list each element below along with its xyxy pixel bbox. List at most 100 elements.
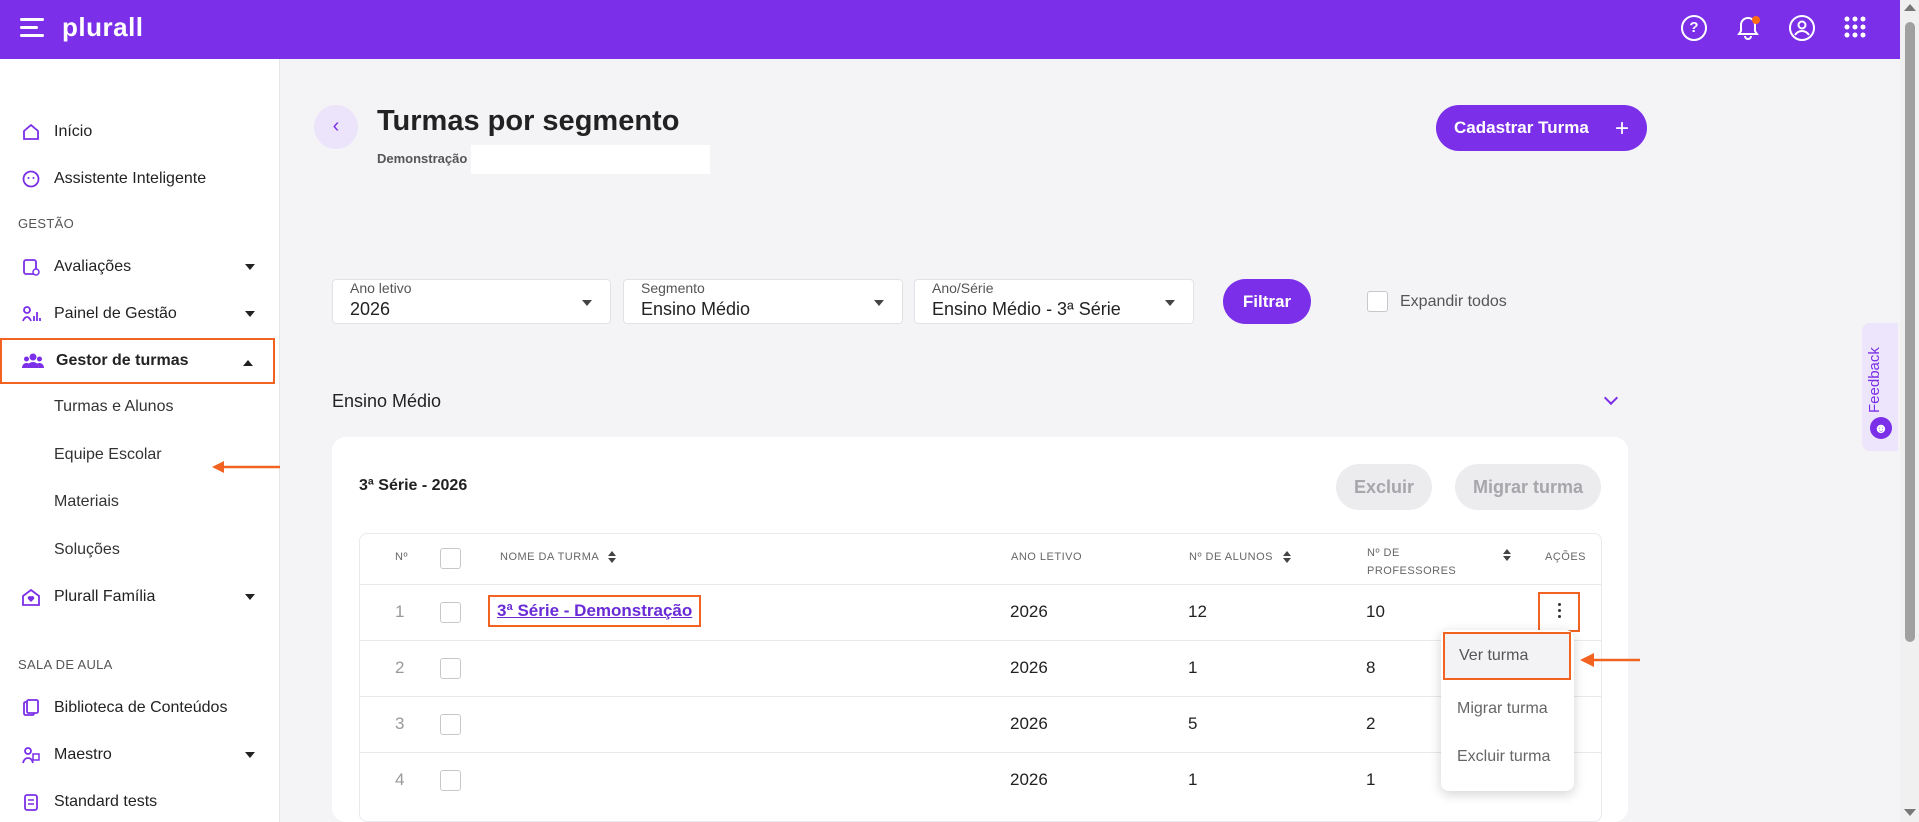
sort-icon[interactable] (1503, 549, 1511, 561)
cadastrar-turma-button[interactable]: Cadastrar Turma + (1436, 105, 1647, 151)
sidebar-item-label: Standard tests (54, 793, 158, 810)
row-number: 1 (395, 602, 405, 621)
home-icon (20, 121, 42, 143)
sidebar-item-label: Biblioteca de Conteúdos (54, 699, 228, 716)
col-num: Nº (395, 551, 408, 563)
table-row: 3 2026 5 2 (360, 696, 1601, 753)
scroll-down-arrow-icon[interactable] (1904, 809, 1916, 816)
class-card: 3ª Série - 2026 Excluir Migrar turma Nº … (332, 437, 1628, 822)
sidebar-item-label: Início (54, 123, 93, 140)
col-acoes: AÇÕES (1545, 551, 1587, 563)
scroll-thumb[interactable] (1905, 22, 1915, 642)
filtrar-button[interactable]: Filtrar (1223, 279, 1311, 324)
notification-dot (1752, 16, 1760, 24)
ano-letivo-cell: 2026 (1010, 714, 1048, 733)
back-button[interactable]: ‹ (314, 105, 358, 149)
ano-letivo-select[interactable]: Ano letivo 2026 (332, 279, 611, 324)
professores-cell: 8 (1366, 658, 1376, 677)
col-nome-label: NOME DA TURMA (500, 551, 599, 563)
chevron-down-icon[interactable] (1603, 390, 1619, 406)
ano-serie-select[interactable]: Ano/Série Ensino Médio - 3ª Série (914, 279, 1194, 324)
family-icon (20, 586, 42, 608)
kebab-menu-icon (1558, 603, 1561, 621)
migrar-turma-button[interactable]: Migrar turma (1455, 464, 1601, 510)
select-all-checkbox[interactable] (440, 548, 461, 569)
sidebar-sub-materiais[interactable]: Materiais (54, 493, 119, 511)
sidebar: Início Assistente Inteligente GESTÃO Ava… (0, 59, 280, 822)
assistant-icon (20, 168, 42, 190)
card-title: 3ª Série - 2026 (359, 477, 468, 494)
chevron-up-icon (243, 360, 253, 366)
user-icon[interactable] (1789, 15, 1815, 41)
alunos-cell: 1 (1188, 770, 1198, 789)
annotation-arrow-right (1580, 653, 1640, 667)
row-checkbox[interactable] (440, 714, 461, 735)
excluir-button[interactable]: Excluir (1336, 464, 1432, 510)
segmento-label: Segmento (641, 280, 705, 296)
dropdown-arrow-icon (582, 300, 592, 306)
alunos-cell: 1 (1188, 658, 1198, 677)
feedback-tab[interactable]: Feedback ☻ (1862, 323, 1898, 451)
classes-table: Nº NOME DA TURMA ANO LETIVO Nº DE ALUNOS… (359, 533, 1602, 822)
row-checkbox[interactable] (440, 658, 461, 679)
col-alunos[interactable]: Nº DE ALUNOS (1189, 551, 1291, 564)
ano-serie-value: Ensino Médio - 3ª Série (932, 299, 1121, 319)
sidebar-item-inicio[interactable]: Início (0, 109, 275, 155)
col-professores-label-1: Nº DE (1367, 547, 1400, 559)
sidebar-item-gestor-turmas[interactable]: Gestor de turmas (0, 338, 275, 384)
table-row: 2 2026 1 8 (360, 640, 1601, 697)
segmento-value: Ensino Médio (641, 299, 751, 319)
sidebar-item-biblioteca[interactable]: Biblioteca de Conteúdos (0, 685, 275, 731)
menu-item-migrar-turma[interactable]: Migrar turma (1441, 685, 1574, 733)
professores-cell: 10 (1366, 602, 1385, 621)
menu-item-ver-turma[interactable]: Ver turma (1443, 632, 1571, 680)
col-ano: ANO LETIVO (1011, 551, 1083, 563)
expandir-todos-checkbox[interactable] (1367, 291, 1388, 312)
chevron-down-icon (245, 264, 255, 270)
chevron-down-icon (245, 594, 255, 600)
apps-icon[interactable] (1843, 15, 1869, 41)
class-name-link[interactable]: 3ª Série - Demonstração (488, 595, 702, 627)
row-checkbox[interactable] (440, 770, 461, 791)
chevron-down-icon (245, 311, 255, 317)
sidebar-item-maestro[interactable]: Maestro (0, 732, 275, 778)
sidebar-item-label: Assistente Inteligente (54, 170, 207, 187)
page-scrollbar[interactable] (1900, 0, 1919, 822)
menu-item-excluir-turma[interactable]: Excluir turma (1441, 733, 1574, 781)
library-icon (20, 697, 42, 719)
row-number: 3 (395, 714, 405, 733)
sidebar-item-painel[interactable]: Painel de Gestão (0, 291, 275, 337)
row-checkbox[interactable] (440, 602, 461, 623)
sidebar-item-plurall-familia[interactable]: Plurall Família (0, 574, 275, 620)
scroll-up-arrow-icon[interactable] (1904, 4, 1916, 11)
sidebar-item-assistente[interactable]: Assistente Inteligente (0, 156, 275, 202)
sidebar-item-standard-tests[interactable]: Standard tests (0, 779, 275, 822)
smile-icon: ☻ (1870, 417, 1892, 439)
ano-serie-label: Ano/Série (932, 280, 994, 296)
dashboard-icon (20, 303, 42, 325)
menu-icon[interactable] (20, 18, 44, 38)
row-actions-button[interactable] (1538, 592, 1580, 632)
col-professores[interactable]: Nº DE PROFESSORES (1367, 544, 1456, 580)
sidebar-sub-solucoes[interactable]: Soluções (54, 541, 120, 559)
ano-letivo-cell: 2026 (1010, 770, 1048, 789)
alunos-cell: 5 (1188, 714, 1198, 733)
sidebar-sub-turmas-alunos[interactable]: Turmas e Alunos (54, 398, 173, 416)
sidebar-item-label: Avaliações (54, 258, 132, 275)
sort-icon (608, 551, 617, 564)
table-row: 4 2026 1 1 (360, 752, 1601, 809)
sidebar-item-label: Gestor de turmas (56, 352, 189, 369)
segmento-select[interactable]: Segmento Ensino Médio (623, 279, 903, 324)
sidebar-sub-equipe[interactable]: Equipe Escolar (54, 446, 162, 464)
col-nome[interactable]: NOME DA TURMA (500, 551, 617, 564)
col-professores-label-2: PROFESSORES (1367, 565, 1457, 577)
annotation-arrow-left (212, 461, 280, 473)
plus-icon: + (1614, 115, 1629, 142)
help-icon[interactable]: ? (1681, 15, 1707, 41)
plurall-logo[interactable]: plurall (62, 12, 144, 43)
redacted-school-name (471, 145, 710, 174)
bell-icon[interactable] (1735, 15, 1761, 41)
section-gestao: GESTÃO (18, 216, 74, 231)
sidebar-item-avaliacoes[interactable]: Avaliações (0, 244, 275, 290)
sidebar-item-label: Painel de Gestão (54, 305, 177, 322)
